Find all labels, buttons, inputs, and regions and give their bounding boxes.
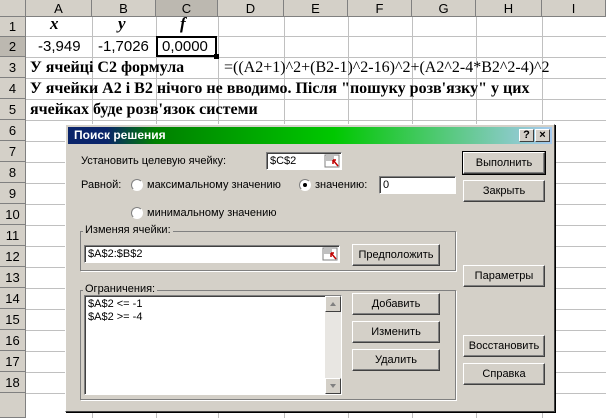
constraints-label: Ограничения:	[83, 283, 158, 295]
column-header-g[interactable]: G	[412, 0, 476, 17]
radio-value[interactable]	[299, 179, 311, 191]
column-header-h[interactable]: H	[476, 0, 542, 17]
equal-to-label: Равной:	[81, 179, 122, 191]
chevron-up-icon	[330, 302, 336, 306]
changing-cells-input[interactable]: $A$2:$B$2	[84, 245, 340, 263]
row-header-9[interactable]: 9	[0, 183, 26, 204]
row-header-15[interactable]: 15	[0, 309, 26, 330]
row-header-18[interactable]: 18	[0, 372, 26, 393]
select-all-corner[interactable]	[0, 0, 26, 17]
column-header-f[interactable]: F	[348, 0, 412, 17]
row-header-14[interactable]: 14	[0, 288, 26, 309]
row-header-4[interactable]: 4	[0, 78, 26, 99]
radio-max-label[interactable]: максимальному значению	[147, 179, 281, 191]
close-icon[interactable]: ×	[535, 129, 550, 142]
changing-cells-value: $A$2:$B$2	[88, 248, 143, 260]
row-header-3[interactable]: 3	[0, 57, 26, 78]
constraint-item[interactable]: $A$2 <= -1	[88, 298, 338, 311]
row-header-10[interactable]: 10	[0, 204, 26, 225]
cell-c1[interactable]: f	[180, 14, 186, 34]
cell-b1[interactable]: y	[118, 14, 126, 34]
scroll-up-arrow[interactable]	[325, 296, 341, 312]
row-header-2[interactable]: 2	[0, 37, 26, 57]
dialog-title: Поиск решения	[74, 128, 166, 142]
cell-a3-text[interactable]: У ячейці С2 формула	[30, 59, 184, 77]
column-header-e[interactable]: E	[284, 0, 348, 17]
column-header-a[interactable]: A	[26, 0, 92, 17]
target-cell-value: $C$2	[270, 155, 297, 167]
cell-a4-text[interactable]: У ячейки А2 і В2 нічого не вводимо. Післ…	[30, 80, 529, 98]
changing-cells-label: Изменяя ячейки:	[83, 224, 173, 236]
cell-a5-text[interactable]: ячейках буде розв'язок системи	[30, 101, 258, 119]
chevron-down-icon	[330, 384, 336, 388]
row-header-6[interactable]: 6	[0, 120, 26, 141]
row-header-13[interactable]: 13	[0, 267, 26, 288]
close-button[interactable]: Закрыть	[463, 180, 545, 202]
change-button[interactable]: Изменить	[352, 321, 440, 343]
row-header-19	[0, 393, 26, 418]
collapse-dialog-icon[interactable]	[322, 247, 338, 261]
constraints-list[interactable]: $A$2 <= -1 $A$2 >= -4	[84, 295, 342, 395]
constraint-item[interactable]: $A$2 >= -4	[88, 311, 338, 324]
solver-dialog: Поиск решения ? × Установить целевую яче…	[65, 124, 555, 412]
reset-all-button[interactable]: Восстановить	[463, 335, 545, 357]
radio-min-label[interactable]: минимальному значению	[147, 207, 277, 219]
column-header-d[interactable]: D	[218, 0, 284, 17]
row-header-7[interactable]: 7	[0, 141, 26, 162]
row-header-17[interactable]: 17	[0, 351, 26, 372]
radio-max[interactable]	[131, 179, 143, 191]
cell-c2[interactable]: 0,0000	[162, 38, 208, 55]
constraints-scrollbar[interactable]	[325, 296, 341, 394]
dialog-titlebar[interactable]: Поиск решения ? ×	[68, 127, 552, 144]
column-header-c[interactable]: C	[156, 0, 218, 17]
add-button[interactable]: Добавить	[352, 293, 440, 315]
help-button[interactable]: Справка	[463, 363, 545, 385]
target-cell-input[interactable]: $C$2	[266, 152, 342, 170]
cell-a1[interactable]: x	[50, 14, 59, 34]
delete-button[interactable]: Удалить	[352, 349, 440, 371]
guess-button[interactable]: Предположить	[352, 244, 440, 266]
radio-value-label[interactable]: значению:	[315, 179, 367, 191]
cell-a2[interactable]: -3,949	[38, 38, 81, 55]
column-header-i[interactable]: I	[542, 0, 606, 17]
target-cell-label: Установить целевую ячейку:	[81, 155, 227, 167]
radio-min[interactable]	[131, 207, 143, 219]
row-header-16[interactable]: 16	[0, 330, 26, 351]
row-header-1[interactable]: 1	[0, 17, 26, 37]
row-header-12[interactable]: 12	[0, 246, 26, 267]
help-icon[interactable]: ?	[519, 129, 534, 142]
value-input[interactable]: 0	[379, 176, 456, 194]
row-header-5[interactable]: 5	[0, 99, 26, 120]
collapse-dialog-icon[interactable]	[324, 154, 340, 168]
cell-e3-formula[interactable]: =((A2+1)^2+(B2-1)^2-16)^2+(A2^2-4*B2^2-4…	[224, 59, 550, 77]
options-button[interactable]: Параметры	[463, 265, 545, 287]
row-header-11[interactable]: 11	[0, 225, 26, 246]
solve-button[interactable]: Выполнить	[462, 151, 546, 175]
cell-b2[interactable]: -1,7026	[98, 38, 149, 55]
scroll-down-arrow[interactable]	[325, 378, 341, 394]
row-header-8[interactable]: 8	[0, 162, 26, 183]
